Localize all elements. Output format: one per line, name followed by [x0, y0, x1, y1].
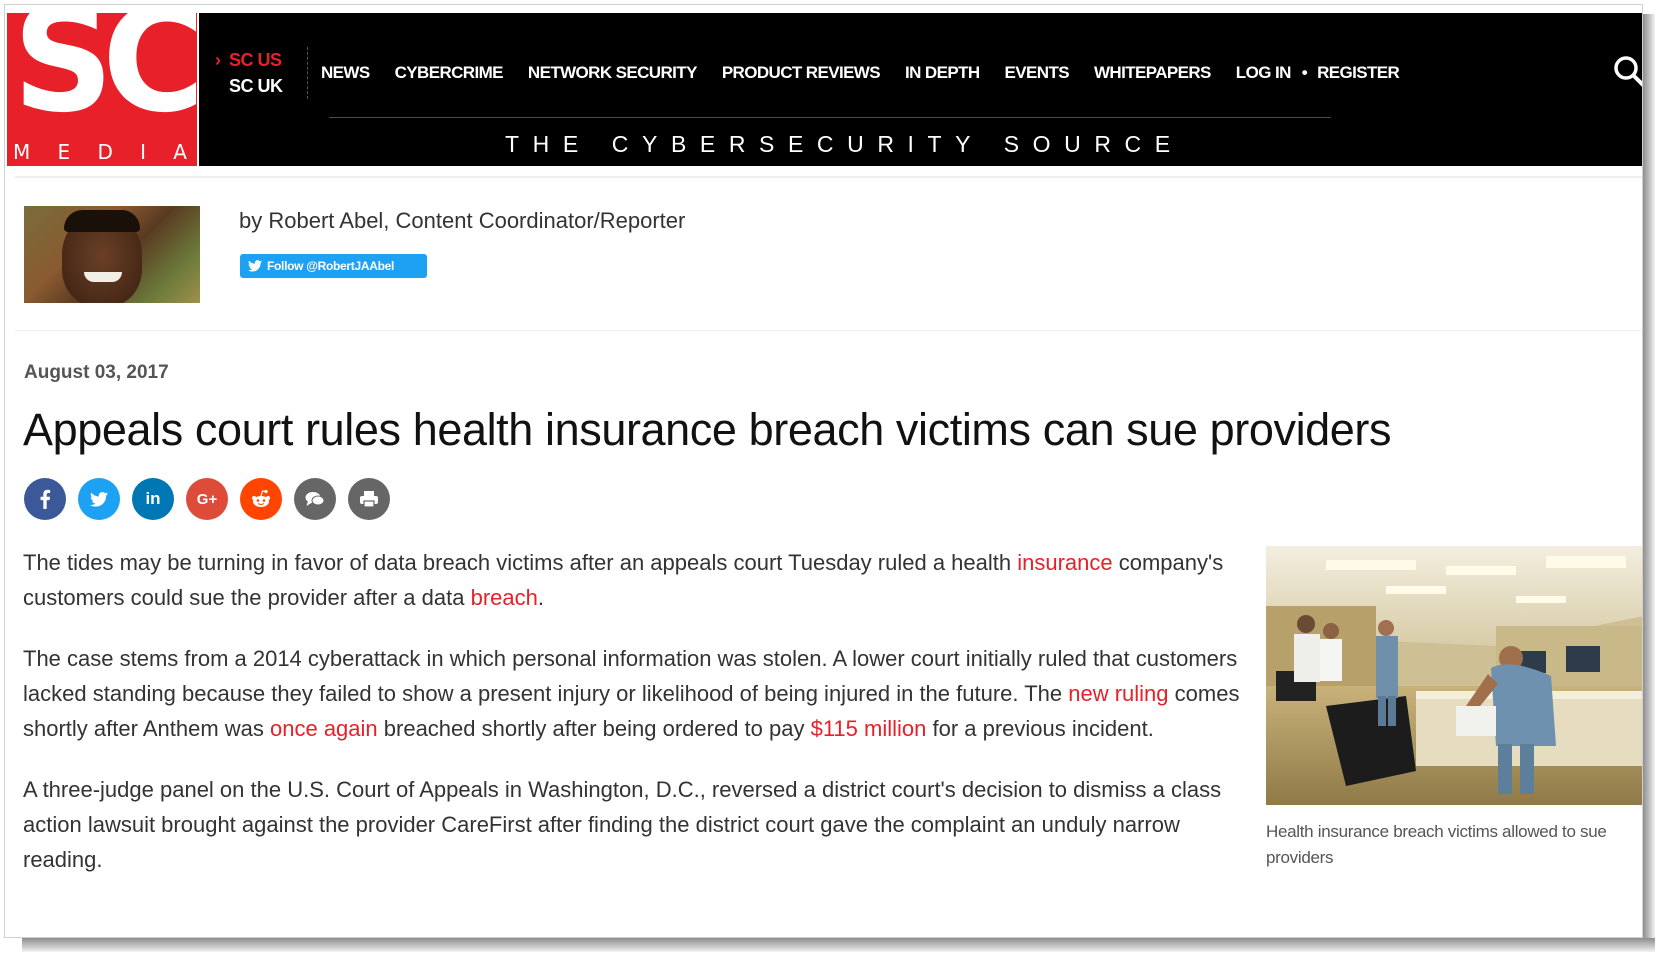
reddit-icon [252, 489, 270, 507]
reddit-share-button[interactable] [240, 478, 282, 520]
logo-media-text: MED IA [7, 140, 197, 164]
linkedin-share-button[interactable]: in [132, 478, 174, 520]
nav-item-product-reviews[interactable]: PRODUCT REVIEWS [722, 63, 881, 83]
link-insurance[interactable]: insurance [1017, 550, 1112, 575]
header-divider [15, 176, 1642, 178]
logo-media-letter: M [13, 140, 33, 164]
link-once-again[interactable]: once again [270, 716, 378, 741]
chevron-right-icon: › [215, 50, 221, 70]
google-plus-share-button[interactable]: G+ [186, 478, 228, 520]
nav-item-news[interactable]: NEWS [321, 63, 370, 83]
logo-sc-text: SC [12, 13, 197, 145]
print-share-button[interactable] [348, 478, 390, 520]
edition-sc-us-link[interactable]: SC US [229, 47, 283, 73]
page-shadow-right [1643, 14, 1655, 946]
twitter-bird-icon [248, 260, 262, 272]
photo-caption: Health insurance breach victims allowed … [1266, 822, 1607, 867]
link-breach[interactable]: breach [471, 585, 538, 610]
nav-item-in-depth[interactable]: IN DEPTH [905, 63, 980, 83]
article-title: Appeals court rules health insurance bre… [23, 404, 1392, 455]
p2-text-3: breached shortly after being ordered to … [377, 716, 811, 741]
author-divider [15, 330, 1642, 331]
login-link[interactable]: LOG IN [1236, 63, 1292, 83]
edition-divider [307, 47, 308, 99]
link-115-million[interactable]: $115 million [811, 716, 927, 741]
register-link[interactable]: REGISTER [1317, 63, 1400, 83]
top-navbar: › SC US SC UK NEWS CYBERCRIME NETWORK SE… [199, 13, 1643, 166]
avatar-hair [64, 210, 140, 232]
comment-icon [305, 492, 325, 506]
site-header: SC MED IA › SC US SC UK NEWS CYBERCRIME N… [5, 9, 1642, 166]
link-new-ruling[interactable]: new ruling [1068, 681, 1168, 706]
article-body: The tides may be turning in favor of dat… [23, 545, 1253, 903]
article-paragraph-2: The case stems from a 2014 cyberattack i… [23, 641, 1253, 746]
nav-separator-dot: • [1301, 63, 1308, 82]
author-byline[interactable]: by Robert Abel, Content Coordinator/Repo… [239, 208, 685, 234]
site-tagline: THE CYBERSECURITY SOURCE [505, 131, 1184, 157]
linkedin-icon: in [145, 489, 161, 508]
hospital-photo-illustration [1266, 546, 1642, 805]
article-photo[interactable] [1266, 546, 1642, 805]
article-date: August 03, 2017 [24, 362, 169, 383]
google-plus-icon: G+ [196, 490, 218, 508]
avatar-smile [84, 272, 122, 282]
twitter-follow-label: Follow @RobertJAAbel [267, 259, 395, 273]
nav-item-events[interactable]: EVENTS [1005, 63, 1070, 83]
page-shadow-bottom [22, 938, 1655, 952]
page-frame: SC MED IA › SC US SC UK NEWS CYBERCRIME N… [4, 4, 1643, 938]
nav-item-cybercrime[interactable]: CYBERCRIME [395, 63, 504, 83]
facebook-share-button[interactable] [24, 478, 66, 520]
share-bar: in G+ [24, 478, 402, 520]
logo-media-letter: A [173, 140, 189, 164]
article-paragraph-1: The tides may be turning in favor of dat… [23, 545, 1253, 615]
nav-item-network-security[interactable]: NETWORK SECURITY [528, 63, 698, 83]
facebook-icon [40, 489, 51, 509]
twitter-share-button[interactable] [78, 478, 120, 520]
p1-text-1: The tides may be turning in favor of dat… [23, 550, 1018, 575]
search-icon[interactable] [1611, 53, 1643, 89]
article-paragraph-3: A three-judge panel on the U.S. Court of… [23, 777, 1222, 872]
twitter-follow-button[interactable]: Follow @RobertJAAbel [240, 254, 427, 278]
comment-share-button[interactable] [294, 478, 336, 520]
nav-divider-line [329, 117, 1331, 118]
nav-item-whitepapers[interactable]: WHITEPAPERS [1094, 63, 1211, 83]
logo-media-letter: I [140, 140, 149, 164]
print-icon [360, 491, 378, 508]
p2-text-4: for a previous incident. [926, 716, 1154, 741]
edition-sc-uk-link[interactable]: SC UK [229, 73, 283, 99]
author-avatar [24, 206, 200, 303]
twitter-icon [90, 491, 108, 507]
main-nav: NEWS CYBERCRIME NETWORK SECURITY PRODUCT… [321, 63, 1424, 83]
edition-switcher: › SC US SC UK [215, 47, 283, 99]
p1-text-3: . [537, 585, 544, 610]
logo-media-letter: E [57, 140, 73, 164]
p2-text-1: The case stems from a 2014 cyberattack i… [23, 646, 1238, 706]
logo-media-letter: D [97, 140, 115, 164]
sc-media-logo[interactable]: SC MED IA [7, 13, 197, 166]
